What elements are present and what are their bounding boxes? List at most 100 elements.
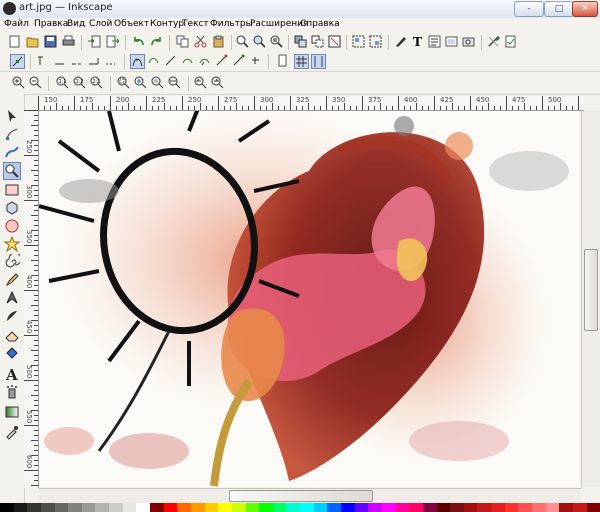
calligraphy-tool-icon[interactable] [4,308,20,324]
palette-swatch[interactable] [13,503,28,512]
palette-swatch[interactable] [272,503,287,512]
transform-icon[interactable] [462,35,475,48]
drawing-canvas[interactable] [39,111,580,487]
menu-layer[interactable]: Слой [89,19,112,29]
vertical-scrollbar[interactable] [581,111,600,487]
palette-swatch[interactable] [95,503,110,512]
unlink-clone-icon[interactable] [328,35,341,48]
palette-swatch[interactable] [109,503,123,512]
zoom-1-2-icon[interactable]: 1:2 [73,76,86,89]
palette-swatch[interactable] [586,503,600,512]
eraser-tool-icon[interactable] [4,328,20,344]
node-symmetric-icon[interactable] [164,54,177,67]
show-grid-icon[interactable] [294,54,309,69]
node-smooth-icon[interactable] [147,54,160,67]
node-auto-smooth-icon[interactable] [181,54,194,67]
gradient-tool-icon[interactable] [4,404,20,420]
dropper-tool-icon[interactable] [4,424,20,440]
close-button[interactable]: ✕ [572,1,598,17]
palette-swatch[interactable] [341,503,355,512]
node-delete-icon[interactable] [36,54,49,67]
palette-swatch[interactable] [231,503,246,512]
palette-swatch[interactable] [218,503,232,512]
show-guides-icon[interactable] [311,54,326,69]
selector-tool-icon[interactable] [4,108,20,124]
duplicate-icon[interactable] [294,35,307,48]
palette-swatch[interactable] [559,503,573,512]
palette-swatch[interactable] [463,503,478,512]
palette-swatch[interactable] [27,503,41,512]
menu-path[interactable]: Контур [150,19,184,29]
node-join-icon[interactable] [53,54,66,67]
ellipse-tool-icon[interactable] [4,218,20,234]
palette-swatch[interactable] [286,503,301,512]
xml-editor-icon[interactable] [428,35,441,48]
palette-swatch[interactable] [68,503,82,512]
vertical-scroll-thumb[interactable] [584,249,598,331]
palette-swatch[interactable] [300,503,314,512]
palette-swatch[interactable] [422,503,437,512]
menu-filters[interactable]: Фильтры [210,19,253,29]
spiral-tool-icon[interactable] [4,254,20,270]
menu-object[interactable]: Объект [114,19,149,29]
palette-swatch[interactable] [354,503,369,512]
cut-icon[interactable] [194,35,207,48]
zoom-drawing-fit-icon[interactable] [134,76,147,89]
text-font-icon[interactable]: T [411,35,424,48]
3d-box-tool-icon[interactable] [4,200,20,216]
palette-swatch[interactable] [0,503,14,512]
zoom-page-width-icon[interactable] [168,76,181,89]
palette-swatch[interactable] [54,503,69,512]
palette-swatch[interactable] [204,503,219,512]
palette-swatch[interactable] [245,503,260,512]
vertical-ruler[interactable]: 250 300 350 400 450 500 550 600 [24,110,39,488]
paint-bucket-tool-icon[interactable] [4,346,20,362]
horizontal-ruler[interactable]: 150 175 200 225 250 275 300 325 350 375 … [38,96,584,111]
pencil-tool-icon[interactable] [4,272,20,288]
palette-swatch[interactable] [504,503,519,512]
palette-swatch[interactable] [450,503,464,512]
palette-swatch[interactable] [518,503,532,512]
palette-swatch[interactable] [381,503,396,512]
palette-swatch[interactable] [150,503,164,512]
palette-swatch[interactable] [395,503,410,512]
zoom-previous-icon[interactable] [194,76,207,89]
node-cusp-icon[interactable] [130,54,145,69]
menu-help[interactable]: Справка [300,19,340,29]
zoom-out-icon[interactable] [29,76,42,89]
zoom-next-icon[interactable] [211,76,224,89]
text-tool-icon[interactable]: A [4,366,20,382]
palette-swatch[interactable] [327,503,342,512]
palette-swatch[interactable] [40,503,55,512]
palette-swatch[interactable] [477,503,492,512]
zoom-tool-icon[interactable] [3,162,21,180]
palette-swatch[interactable] [545,503,560,512]
palette-swatch[interactable] [259,503,273,512]
palette-swatch[interactable] [491,503,505,512]
star-tool-icon[interactable] [4,236,20,252]
palette-swatch[interactable] [136,503,151,512]
segment-to-curve-icon[interactable] [215,54,228,67]
node-segment-join-icon[interactable] [87,54,100,67]
preferences-icon[interactable] [487,35,500,48]
minimize-button[interactable]: ‐ [514,1,544,17]
menu-edit[interactable]: Правка [34,19,68,29]
undo-icon[interactable] [132,35,145,48]
node-tool-icon[interactable] [4,126,20,142]
menu-text[interactable]: Текст [182,19,209,29]
copy-icon[interactable] [176,35,189,48]
paste-icon[interactable] [212,35,225,48]
menu-view[interactable]: Вид [67,19,85,29]
align-distribute-icon[interactable] [445,35,458,48]
zoom-drawing-icon[interactable] [253,35,266,48]
palette-swatch[interactable] [572,503,587,512]
horizontal-scroll-thumb[interactable] [229,490,373,502]
spray-tool-icon[interactable] [4,384,20,400]
node-break-icon[interactable] [70,54,83,67]
palette-swatch[interactable] [531,503,546,512]
tweak-tool-icon[interactable] [4,144,20,160]
rectangle-tool-icon[interactable] [4,182,20,198]
node-insert-icon[interactable] [10,54,25,69]
zoom-1-1-icon[interactable]: 1:1 [56,76,69,89]
restore-button[interactable]: □ [544,1,574,17]
